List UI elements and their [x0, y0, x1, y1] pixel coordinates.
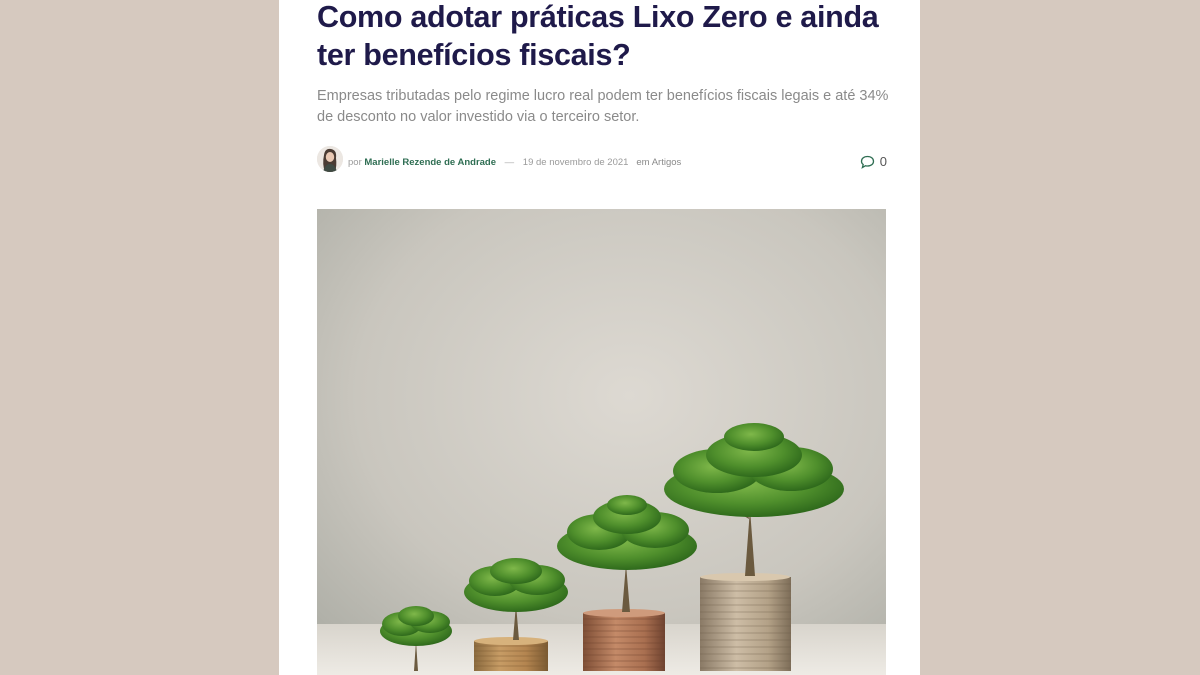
author-avatar[interactable] [317, 146, 343, 172]
meta-separator: — [504, 157, 515, 168]
article-card: Como adotar práticas Lixo Zero e ainda t… [279, 0, 920, 675]
avatar-image [317, 146, 343, 172]
article-meta: por Marielle Rezende de Andrade — 19 de … [317, 146, 887, 174]
category-link[interactable]: Artigos [652, 157, 682, 168]
comments-link[interactable]: 0 [860, 154, 887, 169]
author-link[interactable]: Marielle Rezende de Andrade [364, 157, 496, 168]
coin-stack-2 [474, 637, 548, 671]
article-subtitle: Empresas tributadas pelo regime lucro re… [317, 88, 889, 125]
hero-image [317, 209, 886, 675]
article-title: Como adotar práticas Lixo Zero e ainda t… [317, 0, 879, 72]
comment-icon [860, 155, 874, 169]
coin-stack-4 [700, 573, 791, 671]
coin-stack-3 [583, 609, 665, 671]
growth-trees-coins-image [317, 209, 886, 675]
meta-line: por Marielle Rezende de Andrade — 19 de … [348, 157, 681, 168]
category-prefix: em [636, 157, 650, 168]
comment-count: 0 [879, 154, 887, 169]
by-label: por [348, 157, 362, 168]
publish-date: 19 de novembro de 2021 [522, 157, 629, 168]
